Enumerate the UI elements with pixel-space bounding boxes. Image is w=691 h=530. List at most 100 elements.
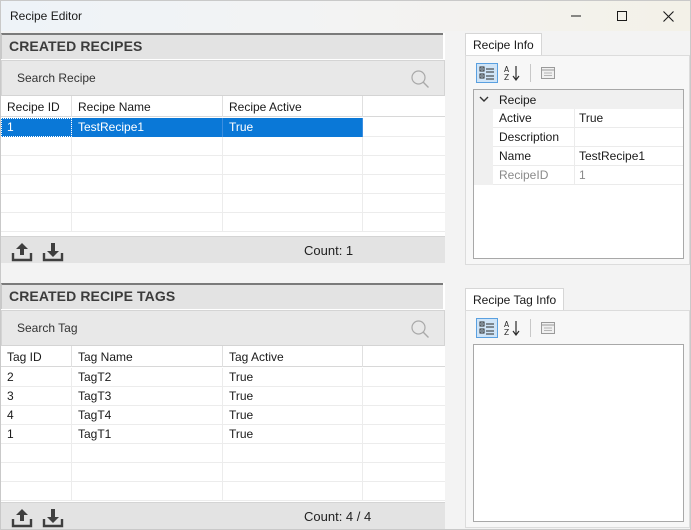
tags-panel: CREATED RECIPE TAGS Search Tag Tag ID Ta…: [1, 283, 445, 529]
empty-cell: [72, 137, 223, 156]
property-row-description[interactable]: Description: [474, 128, 683, 147]
tag-active-cell[interactable]: True: [223, 387, 363, 406]
empty-cell: [223, 156, 363, 175]
minimize-button[interactable]: [553, 1, 599, 31]
tab-recipe-tag-info[interactable]: Recipe Tag Info: [465, 288, 565, 311]
alphabetical-sort-button[interactable]: A Z: [502, 318, 524, 338]
category-row-recipe[interactable]: Recipe: [474, 90, 683, 109]
column-header-tag-id[interactable]: Tag ID: [1, 346, 72, 367]
title-bar[interactable]: Recipe Editor: [1, 1, 690, 31]
upload-icon[interactable]: [11, 506, 33, 528]
tag-name-cell[interactable]: TagT2: [72, 368, 223, 387]
tags-footer: Count: 4 / 4: [1, 502, 445, 529]
recipe-tag-info-body: A Z: [465, 310, 690, 528]
download-icon[interactable]: [42, 506, 64, 528]
search-tag-input[interactable]: Search Tag: [1, 310, 445, 346]
empty-cell: [223, 194, 363, 213]
property-pages-icon: [541, 67, 555, 79]
tag-name-cell[interactable]: TagT1: [72, 425, 223, 444]
recipe-tag-info-toolbar: A Z: [476, 318, 559, 340]
column-header-recipe-active[interactable]: Recipe Active: [223, 96, 363, 117]
property-name: Description: [493, 128, 575, 147]
table-row[interactable]: 2 TagT2 True: [1, 368, 445, 387]
recipes-panel-header: CREATED RECIPES: [1, 33, 443, 59]
property-gutter: [474, 109, 493, 128]
search-recipe-input[interactable]: Search Recipe: [1, 60, 445, 96]
column-header-tag-active[interactable]: Tag Active: [223, 346, 363, 367]
recipe-active-cell[interactable]: True: [223, 118, 363, 137]
empty-cell: [1, 444, 72, 463]
empty-row: [1, 175, 445, 194]
tag-active-cell[interactable]: True: [223, 425, 363, 444]
empty-cell: [223, 482, 363, 501]
column-header-recipe-id[interactable]: Recipe ID: [1, 96, 72, 117]
recipes-count: Count: 1: [304, 243, 354, 258]
property-row-name[interactable]: Name TestRecipe1: [474, 147, 683, 166]
table-row[interactable]: 4 TagT4 True: [1, 406, 445, 425]
property-value[interactable]: TestRecipe1: [575, 147, 683, 166]
recipe-tag-property-grid: [473, 344, 684, 522]
empty-cell: [1, 482, 72, 501]
property-value: 1: [575, 166, 683, 185]
recipes-grid: Recipe ID Recipe Name Recipe Active 1 Te…: [1, 96, 445, 236]
property-gutter: [474, 147, 493, 166]
alphabetical-sort-button[interactable]: A Z: [502, 63, 524, 83]
property-row-active[interactable]: Active True: [474, 109, 683, 128]
property-name: Active: [493, 109, 575, 128]
recipe-name-cell[interactable]: TestRecipe1: [72, 118, 223, 137]
download-icon[interactable]: [42, 240, 64, 262]
categorized-icon: [479, 321, 494, 335]
tag-active-cell[interactable]: True: [223, 406, 363, 425]
tag-name-cell[interactable]: TagT4: [72, 406, 223, 425]
maximize-button[interactable]: [599, 1, 645, 31]
empty-cell: [1, 213, 72, 232]
property-value[interactable]: True: [575, 109, 683, 128]
empty-cell: [223, 463, 363, 482]
tag-id-cell[interactable]: 1: [1, 425, 72, 444]
tab-recipe-info[interactable]: Recipe Info: [465, 33, 542, 56]
column-header-recipe-name[interactable]: Recipe Name: [72, 96, 223, 117]
empty-cell: [1, 175, 72, 194]
search-icon[interactable]: [410, 69, 430, 89]
empty-row: [1, 482, 445, 501]
recipe-id-cell[interactable]: 1: [1, 118, 72, 137]
empty-cell: [1, 463, 72, 482]
tags-count: Count: 4 / 4: [304, 509, 372, 524]
empty-row: [1, 463, 445, 482]
empty-cell: [223, 175, 363, 194]
tag-id-cell[interactable]: 2: [1, 368, 72, 387]
tags-grid-header: Tag ID Tag Name Tag Active: [1, 346, 445, 367]
categorized-button[interactable]: [476, 63, 498, 83]
empty-cell: [1, 194, 72, 213]
categorized-button[interactable]: [476, 318, 498, 338]
property-pages-button[interactable]: [537, 318, 559, 338]
search-tag-placeholder: Search Tag: [17, 321, 78, 335]
maximize-icon: [617, 11, 627, 21]
property-value[interactable]: [575, 128, 683, 147]
tag-active-cell[interactable]: True: [223, 368, 363, 387]
close-button[interactable]: [645, 1, 690, 31]
tag-id-cell[interactable]: 3: [1, 387, 72, 406]
property-pages-button[interactable]: [537, 63, 559, 83]
tag-id-cell[interactable]: 4: [1, 406, 72, 425]
chevron-down-icon[interactable]: [479, 94, 489, 104]
empty-row: [1, 444, 445, 463]
table-row[interactable]: 1 TagT1 True: [1, 425, 445, 444]
tags-panel-title: CREATED RECIPE TAGS: [9, 288, 176, 304]
recipe-tag-info-panel: Recipe Tag Info A Z: [465, 288, 690, 528]
alphabetical-sort-icon: A Z: [504, 320, 520, 336]
property-row-recipeid[interactable]: RecipeID 1: [474, 166, 683, 185]
recipe-info-body: A Z Recipe Active True Description Name …: [465, 55, 690, 265]
recipe-info-panel: Recipe Info A Z Recipe Active True Descr…: [465, 33, 690, 265]
property-name: RecipeID: [493, 166, 575, 185]
empty-cell: [1, 137, 72, 156]
upload-icon[interactable]: [11, 240, 33, 262]
table-row[interactable]: 3 TagT3 True: [1, 387, 445, 406]
search-icon[interactable]: [410, 319, 430, 339]
empty-cell: [1, 156, 72, 175]
empty-cell: [223, 213, 363, 232]
empty-cell: [223, 137, 363, 156]
table-row[interactable]: 1 TestRecipe1 True: [1, 118, 445, 137]
column-header-tag-name[interactable]: Tag Name: [72, 346, 223, 367]
tag-name-cell[interactable]: TagT3: [72, 387, 223, 406]
